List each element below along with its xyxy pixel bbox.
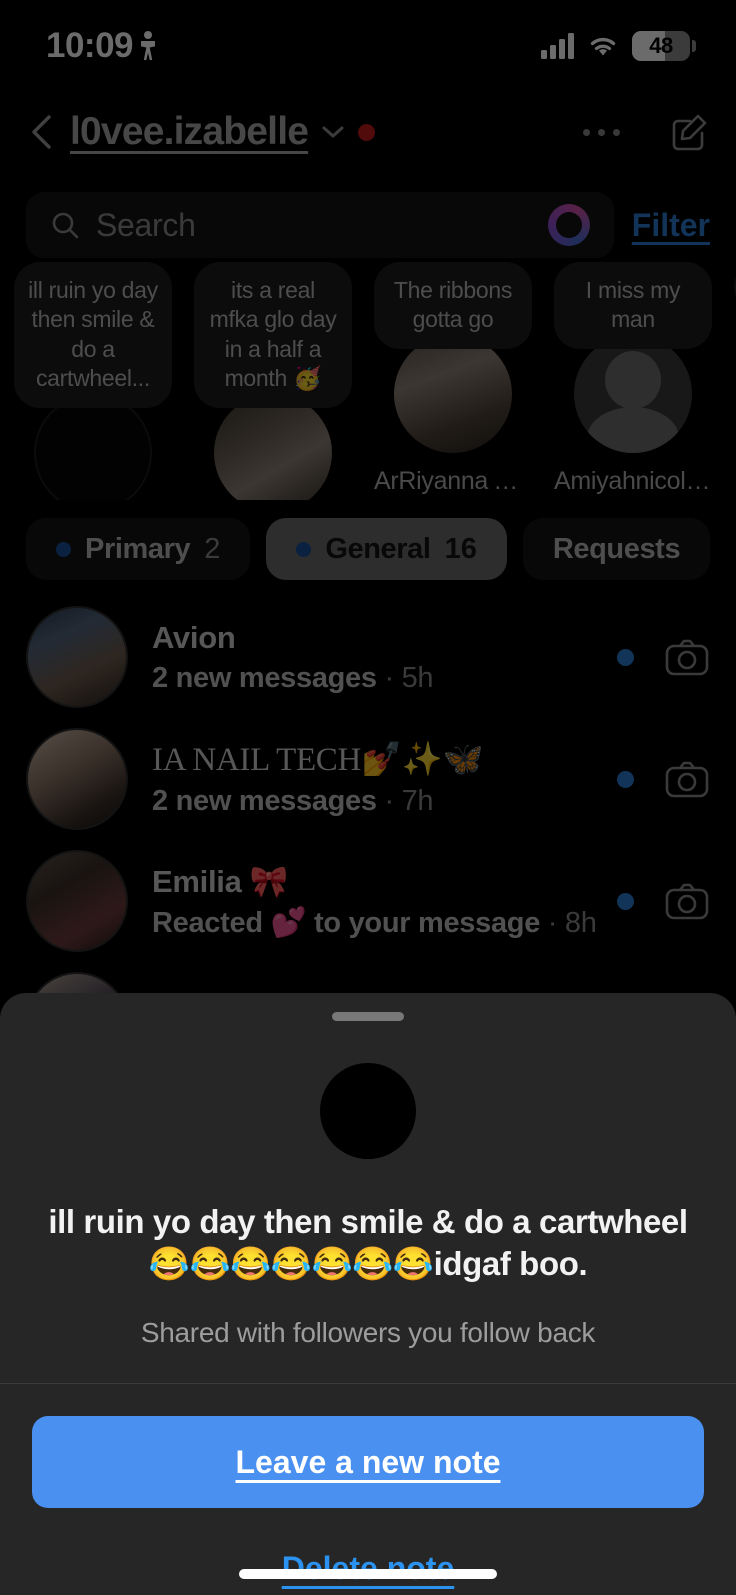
search-icon: [50, 210, 80, 240]
conversation-preview: Reacted 💕 to your message · 8h: [152, 906, 597, 940]
tab-label: Requests: [552, 532, 681, 565]
avatar[interactable]: [574, 334, 692, 453]
note-item[interactable]: ill ruin yo day then smile & do a cartwh…: [14, 262, 172, 500]
note-item[interactable]: its a real mfka glo day in a half a mont…: [194, 262, 352, 500]
conversation-text: IA NAIL TECH💅✨🦋 2 new messages · 7h: [152, 740, 593, 818]
note-bubble-text[interactable]: its a real mfka glo day in a half a mont…: [194, 262, 352, 408]
conversation-name: Avion: [152, 619, 236, 655]
tab-label: Primary: [85, 532, 191, 565]
camera-icon[interactable]: [664, 637, 710, 677]
conversation-name: IA NAIL TECH💅✨🦋: [152, 742, 484, 778]
navigation-header: l0vee.izabelle: [0, 96, 736, 168]
battery-level: 48: [649, 33, 673, 58]
instagram-direct-messages-screen: 10:09 48 l0vee.izabelle Search Filter il…: [0, 0, 736, 1595]
tab-requests[interactable]: Requests: [522, 518, 711, 580]
timestamp: ·: [376, 785, 402, 817]
status-bar-left: 10:09: [46, 26, 156, 66]
battery-indicator: 48: [632, 31, 696, 61]
tab-count: 16: [444, 532, 477, 565]
timestamp: ·: [376, 661, 402, 694]
timestamp: ·: [540, 906, 565, 939]
conversation-actions: [617, 881, 710, 921]
note-audience-label: Shared with followers you follow back: [140, 1317, 596, 1349]
more-options-icon[interactable]: [583, 128, 620, 136]
avatar[interactable]: [26, 606, 128, 708]
conversation-preview: 2 new messages · 5h: [152, 662, 593, 695]
note-text: ill ruin yo day then smile & do a cartwh…: [48, 1203, 688, 1283]
leave-new-note-label: Leave a new note: [235, 1443, 501, 1480]
camera-icon[interactable]: [664, 759, 710, 799]
preview-text: 2 new messages: [152, 785, 377, 817]
avatar[interactable]: [26, 850, 128, 952]
unread-dot: [617, 648, 634, 666]
note-bubble-text[interactable]: ill ruin yo day then smile & do a cartwh…: [14, 262, 172, 408]
leave-new-note-button[interactable]: Leave a new note: [32, 1416, 704, 1509]
conversation-preview: 2 new messages · 7h: [152, 785, 593, 818]
conversation-actions: [617, 759, 710, 799]
timestamp-value: 7h: [401, 785, 434, 817]
preview-text: Reacted 💕 to your message: [152, 906, 541, 939]
filter-link[interactable]: Filter: [632, 207, 710, 244]
conversation-actions: [617, 637, 710, 677]
list-item[interactable]: Avion 2 new messages · 5h: [0, 596, 736, 718]
meta-ai-icon[interactable]: [547, 204, 590, 246]
note-options-bottom-sheet: ill ruin yo day then smile & do a cartwh…: [0, 993, 736, 1595]
avatar[interactable]: [34, 393, 152, 500]
conversation-name: Emilia 🎀: [152, 863, 289, 899]
note-author-avatar: [320, 1063, 416, 1159]
tab-primary[interactable]: Primary 2: [26, 518, 251, 580]
avatar[interactable]: [26, 728, 128, 830]
status-bar: 10:09 48: [0, 0, 736, 92]
unread-dot: [617, 892, 634, 910]
conversation-text: Avion 2 new messages · 5h: [152, 620, 593, 695]
tab-dot-icon: [56, 541, 71, 557]
timestamp-value: 5h: [401, 661, 434, 694]
camera-icon[interactable]: [664, 881, 710, 921]
conversation-text: Emilia 🎀 Reacted 💕 to your message · 8h: [152, 863, 597, 940]
avatar[interactable]: [214, 393, 332, 500]
search-row: Search Filter: [0, 192, 736, 258]
search-input[interactable]: Search: [26, 192, 614, 258]
avatar[interactable]: [394, 334, 512, 453]
accessibility-icon: [140, 31, 156, 61]
home-indicator: [239, 1569, 497, 1579]
preview-text: 2 new messages: [152, 661, 377, 694]
list-item[interactable]: Emilia 🎀 Reacted 💕 to your message · 8h: [0, 840, 736, 962]
list-item[interactable]: IA NAIL TECH💅✨🦋 2 new messages · 7h: [0, 718, 736, 840]
unread-dot: [617, 770, 634, 788]
back-chevron-icon[interactable]: [26, 112, 60, 152]
cellular-signal-icon: [541, 33, 574, 59]
timestamp-value: 8h: [564, 906, 597, 939]
tab-general[interactable]: General 16: [266, 518, 507, 580]
tab-label: General: [325, 532, 431, 565]
note-author-name: ArRiyanna Ar...: [374, 466, 532, 495]
compose-icon[interactable]: [668, 111, 710, 153]
wifi-icon: [587, 34, 619, 58]
status-bar-right: 48: [541, 31, 696, 61]
tab-dot-icon: [296, 541, 312, 557]
inbox-tabs: Primary 2 General 16 Requests: [0, 518, 736, 580]
drag-handle[interactable]: [332, 1012, 404, 1021]
tab-count: 2: [204, 532, 221, 565]
red-presence-dot: [358, 123, 376, 141]
divider: [0, 1383, 736, 1385]
account-switcher[interactable]: l0vee.izabelle: [70, 110, 376, 154]
page-title[interactable]: l0vee.izabelle: [70, 110, 309, 154]
note-bubble-text[interactable]: I miss my man: [554, 262, 712, 349]
note-item[interactable]: I miss my man Amiyahnicole...: [554, 262, 712, 500]
note-item[interactable]: The ribbons gotta go ArRiyanna Ar...: [374, 262, 532, 500]
note-author-name: Amiyahnicole...: [554, 466, 712, 495]
navigation-actions: [583, 111, 710, 153]
notes-carousel[interactable]: ill ruin yo day then smile & do a cartwh…: [0, 262, 736, 500]
status-time: 10:09: [46, 26, 134, 65]
chevron-down-icon[interactable]: [322, 125, 344, 139]
note-bubble-text[interactable]: The ribbons gotta go: [374, 262, 532, 349]
search-placeholder: Search: [96, 206, 196, 243]
